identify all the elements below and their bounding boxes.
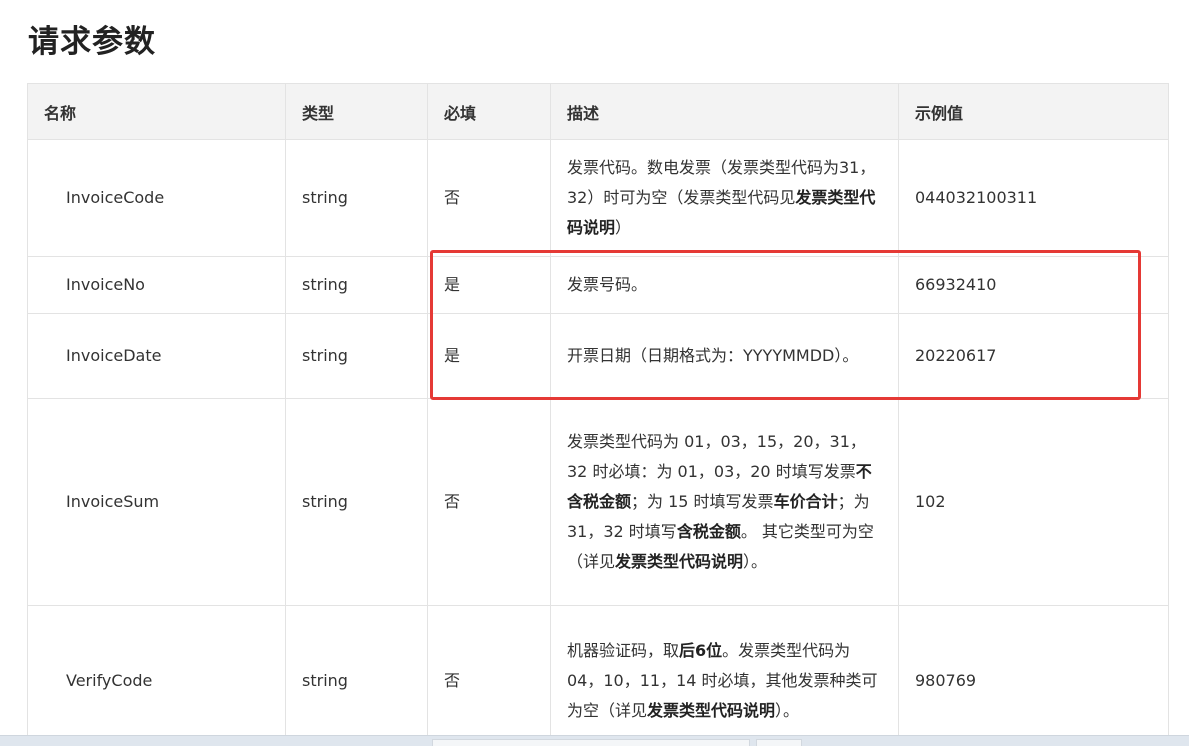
param-name: VerifyCode — [27, 605, 286, 746]
param-type: string — [285, 139, 428, 257]
column-header-type: 类型 — [285, 83, 428, 140]
column-header-example: 示例值 — [898, 83, 1169, 140]
param-name: InvoiceDate — [27, 313, 286, 399]
param-name: InvoiceCode — [27, 139, 286, 257]
param-required: 否 — [427, 605, 551, 746]
param-description: 发票类型代码为 01，03，15，20，31，32 时必填：为 01，03，20… — [550, 398, 899, 606]
description-bold-text: 发票类型代码说明 — [647, 700, 776, 720]
description-text: 发票号码。 — [567, 275, 648, 294]
description-bold-text: 车价合计 — [773, 492, 838, 511]
param-type: string — [285, 398, 428, 606]
param-required: 否 — [427, 139, 551, 257]
param-example: 102 — [898, 398, 1169, 606]
description-text: 发票类型代码为 01，03，15，20，31，32 时必填：为 01，03，20… — [567, 432, 866, 481]
table-row: InvoiceSum string 否 发票类型代码为 01，03，15，20，… — [27, 398, 1169, 606]
column-header-name: 名称 — [27, 83, 286, 140]
param-example: 66932410 — [898, 256, 1169, 314]
table-row: InvoiceDate string 是 开票日期（日期格式为：YYYYMMDD… — [27, 313, 1169, 399]
description-bold-text: 发票类型代码说明 — [615, 552, 744, 571]
bottom-scroll-strip — [0, 735, 1189, 746]
request-params-table: 名称 类型 必填 描述 示例值 InvoiceCode string 否 发票代… — [27, 83, 1169, 746]
description-text: ；为 15 时填写发票 — [631, 492, 774, 511]
param-required: 是 — [427, 256, 551, 314]
param-description: 开票日期（日期格式为：YYYYMMDD）。 — [550, 313, 899, 399]
description-text: ）。 — [775, 700, 800, 720]
description-bold-text: 含税金额 — [676, 522, 741, 541]
param-name: InvoiceSum — [27, 398, 286, 606]
strip-segment — [432, 739, 750, 746]
table-row: InvoiceNo string 是 发票号码。 66932410 — [27, 256, 1169, 314]
param-description: 发票代码。数电发票（发票类型代码为31，32）时可为空（发票类型代码见发票类型代… — [550, 139, 899, 257]
section-title: 请求参数 — [28, 24, 156, 60]
param-name: InvoiceNo — [27, 256, 286, 314]
strip-segment — [756, 739, 802, 746]
param-type: string — [285, 313, 428, 399]
param-type: string — [285, 605, 428, 746]
description-text: ） — [615, 218, 632, 237]
api-doc-page: 请求参数 名称 类型 必填 描述 示例值 InvoiceCode string … — [0, 0, 1189, 746]
param-description: 发票号码。 — [550, 256, 899, 314]
param-required: 是 — [427, 313, 551, 399]
column-header-description: 描述 — [550, 83, 899, 140]
description-text: 开票日期（日期格式为：YYYYMMDD）。 — [567, 346, 859, 365]
description-text: ）。 — [743, 552, 768, 571]
table-row: InvoiceCode string 否 发票代码。数电发票（发票类型代码为31… — [27, 139, 1169, 257]
param-type: string — [285, 256, 428, 314]
column-header-required: 必填 — [427, 83, 551, 140]
table-row: VerifyCode string 否 机器验证码，取后6位。发票类型代码为 0… — [27, 605, 1169, 746]
description-text: 机器验证码，取 — [567, 640, 680, 660]
table-header-row: 名称 类型 必填 描述 示例值 — [27, 83, 1169, 140]
param-example: 044032100311 — [898, 139, 1169, 257]
param-example: 980769 — [898, 605, 1169, 746]
param-required: 否 — [427, 398, 551, 606]
param-example: 20220617 — [898, 313, 1169, 399]
param-description: 机器验证码，取后6位。发票类型代码为 04，10，11，14 时必填，其他发票种… — [550, 605, 899, 746]
description-bold-text: 后6位 — [679, 640, 723, 660]
